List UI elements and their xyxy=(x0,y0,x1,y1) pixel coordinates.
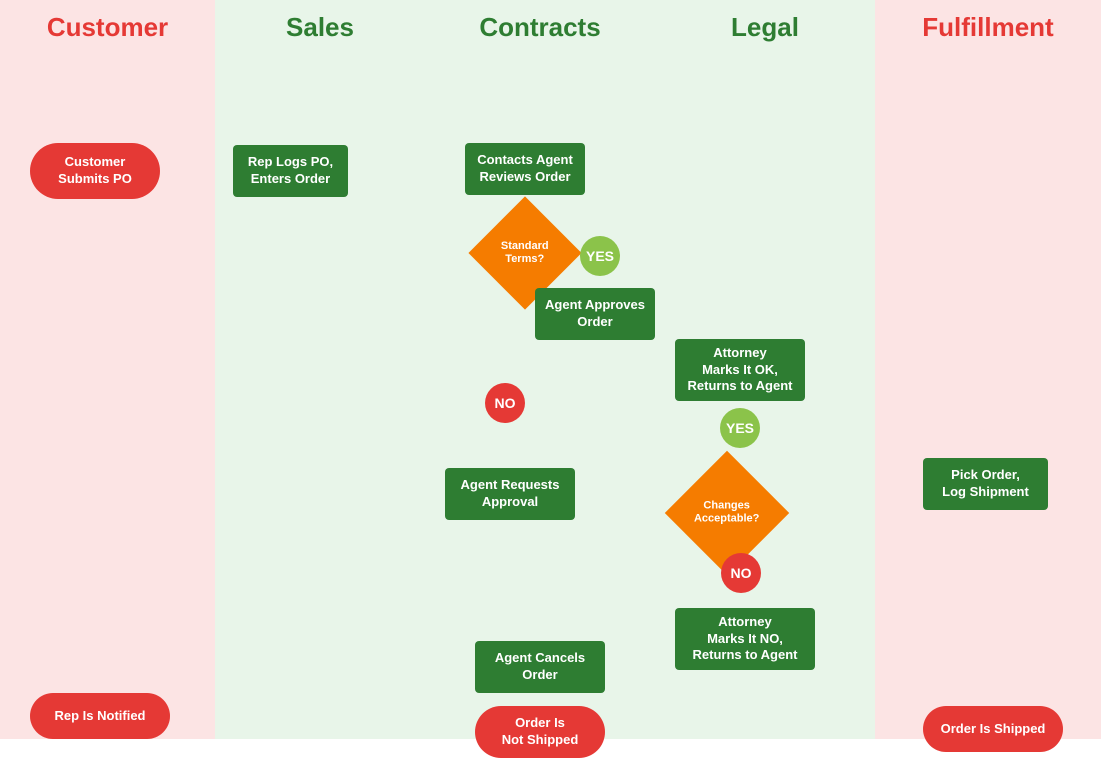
customer-body: Customer Submits PO Rep Is Notified xyxy=(0,53,215,739)
agent-approves: Agent Approves Order xyxy=(535,288,655,340)
lane-customer: Customer Customer Submits PO Rep Is Noti… xyxy=(0,0,215,739)
pick-order: Pick Order, Log Shipment xyxy=(923,458,1048,510)
agent-requests-approval: Agent Requests Approval xyxy=(445,468,575,520)
order-shipped: Order Is Shipped xyxy=(923,706,1063,752)
contracts-header: Contracts xyxy=(425,0,655,53)
lane-contracts: Contracts Contacts Agent Reviews Order S… xyxy=(425,0,655,739)
no-circle-2: NO xyxy=(721,553,761,593)
fulfillment-header: Fulfillment xyxy=(875,0,1101,53)
no-circle-1: NO xyxy=(485,383,525,423)
contacts-agent: Contacts Agent Reviews Order xyxy=(465,143,585,195)
contracts-body: Contacts Agent Reviews Order Standard Te… xyxy=(425,53,655,739)
sales-header: Sales xyxy=(215,0,425,53)
customer-submits-po: Customer Submits PO xyxy=(30,143,160,199)
fulfillment-body: Pick Order, Log Shipment Order Is Shippe… xyxy=(875,53,1101,739)
yes-circle-2: YES xyxy=(720,408,760,448)
lane-fulfillment: Fulfillment Pick Order, Log Shipment Ord… xyxy=(875,0,1101,739)
changes-acceptable-diamond: Changes Acceptable? xyxy=(665,451,789,575)
customer-header: Customer xyxy=(0,0,215,53)
order-not-shipped: Order Is Not Shipped xyxy=(475,706,605,758)
lane-legal: Legal Attorney Marks It OK, Returns to A… xyxy=(655,0,875,739)
legal-header: Legal xyxy=(655,0,875,53)
legal-body: Attorney Marks It OK, Returns to Agent Y… xyxy=(655,53,875,739)
agent-cancels-order: Agent Cancels Order xyxy=(475,641,605,693)
diagram-container: Customer Customer Submits PO Rep Is Noti… xyxy=(0,0,1101,739)
lane-sales: Sales Rep Logs PO, Enters Order xyxy=(215,0,425,739)
sales-body: Rep Logs PO, Enters Order xyxy=(215,53,425,739)
attorney-ok: Attorney Marks It OK, Returns to Agent xyxy=(675,339,805,401)
rep-logs-po: Rep Logs PO, Enters Order xyxy=(233,145,348,197)
yes-circle-1: YES xyxy=(580,236,620,276)
attorney-no: Attorney Marks It NO, Returns to Agent xyxy=(675,608,815,670)
rep-is-notified: Rep Is Notified xyxy=(30,693,170,739)
